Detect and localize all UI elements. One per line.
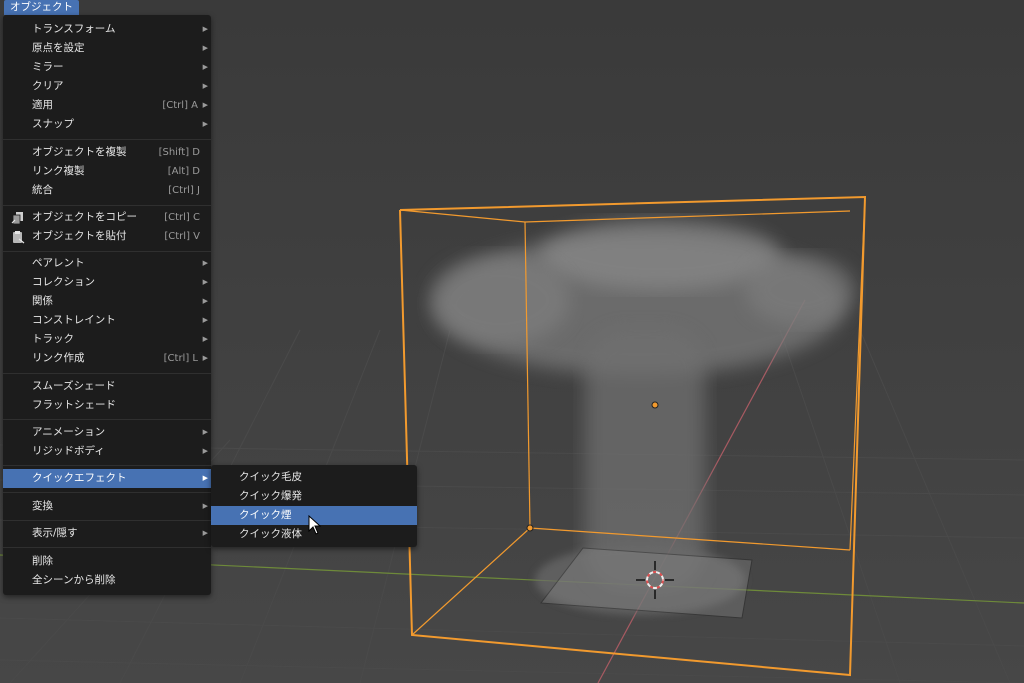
submenu-arrow-icon: ▶ <box>202 354 208 362</box>
menu-item-quick-explode[interactable]: クイック爆発 <box>211 487 417 506</box>
submenu-arrow-icon: ▶ <box>202 82 208 90</box>
menu-item-label: オブジェクトをコピー <box>32 211 137 223</box>
menu-item-quick-effects[interactable]: クイックエフェクト ▶ <box>3 469 211 488</box>
menu-item-link[interactable]: リンク作成 [Ctrl] L ▶ <box>3 349 211 368</box>
menu-item-delete-globally[interactable]: 全シーンから削除 <box>3 571 211 590</box>
menu-item-delete[interactable]: 削除 <box>3 552 211 571</box>
menu-item-label: クリア <box>32 80 64 92</box>
submenu-arrow-icon: ▶ <box>202 297 208 305</box>
submenu-arrow-icon: ▶ <box>202 259 208 267</box>
menu-item-shade-smooth[interactable]: スムーズシェード <box>3 377 211 396</box>
menu-item-label: コレクション <box>32 276 95 288</box>
shortcut-label: [Ctrl] V <box>164 231 200 242</box>
shortcut-label: [Shift] D <box>158 147 200 158</box>
menu-item-label: オブジェクトを複製 <box>32 146 127 158</box>
shortcut-label: [Alt] D <box>167 166 200 177</box>
menu-separator <box>3 373 211 374</box>
menu-item-duplicate[interactable]: オブジェクトを複製 [Shift] D <box>3 143 211 162</box>
object-origin-dot <box>651 401 659 409</box>
menu-item-label: スナップ <box>32 118 74 130</box>
menu-item-label: クイック毛皮 <box>239 471 302 483</box>
menu-item-apply[interactable]: 適用 [Ctrl] A ▶ <box>3 96 211 115</box>
menu-separator <box>3 492 211 493</box>
menu-item-paste-objects[interactable]: オブジェクトを貼付 [Ctrl] V <box>3 227 211 246</box>
submenu-arrow-icon: ▶ <box>202 278 208 286</box>
menu-item-constraint[interactable]: コンストレイント ▶ <box>3 311 211 330</box>
menu-item-label: 表示/隠す <box>32 527 78 539</box>
menu-item-label: スムーズシェード <box>32 380 116 392</box>
menu-item-label: アニメーション <box>32 426 106 438</box>
menu-item-relations[interactable]: 関係 ▶ <box>3 292 211 311</box>
submenu-arrow-icon: ▶ <box>202 502 208 510</box>
submenu-arrow-icon: ▶ <box>202 474 208 482</box>
menu-item-label: リンク複製 <box>32 165 85 177</box>
menu-item-label: クイック爆発 <box>239 490 302 502</box>
submenu-arrow-icon: ▶ <box>202 428 208 436</box>
menu-item-label: 関係 <box>32 295 53 307</box>
submenu-arrow-icon: ▶ <box>202 101 208 109</box>
menu-item-label: 削除 <box>32 555 53 567</box>
menu-item-label: 適用 <box>32 99 53 111</box>
menu-item-label: ペアレント <box>32 257 85 269</box>
menu-item-label: リジッドボディ <box>32 445 105 457</box>
submenu-arrow-icon: ▶ <box>202 120 208 128</box>
menu-item-label: 原点を設定 <box>32 42 85 54</box>
mouse-pointer-icon <box>308 515 322 535</box>
menu-item-label: 統合 <box>32 184 53 196</box>
menu-item-parent[interactable]: ペアレント ▶ <box>3 254 211 273</box>
paste-icon <box>13 231 25 244</box>
menu-item-track[interactable]: トラック ▶ <box>3 330 211 349</box>
copy-icon <box>11 212 23 225</box>
menu-item-set-origin[interactable]: 原点を設定 ▶ <box>3 39 211 58</box>
menu-item-label: クイックエフェクト <box>32 472 127 484</box>
menu-item-label: リンク作成 <box>32 352 85 364</box>
menu-item-mirror[interactable]: ミラー ▶ <box>3 58 211 77</box>
submenu-arrow-icon: ▶ <box>202 25 208 33</box>
menu-item-shade-flat[interactable]: フラットシェード <box>3 396 211 415</box>
origin-dot <box>526 524 534 532</box>
menu-item-label: クイック煙 <box>239 509 292 521</box>
menu-item-label: オブジェクトを貼付 <box>32 230 127 242</box>
menu-item-label: ミラー <box>32 61 64 73</box>
menu-item-label: フラットシェード <box>32 399 116 411</box>
shortcut-label: [Ctrl] C <box>164 212 200 223</box>
menu-item-label: トラック <box>32 333 74 345</box>
object-menu-dropdown: トランスフォーム ▶ 原点を設定 ▶ ミラー ▶ クリア ▶ 適用 [Ctrl] A ▶ ス… <box>3 15 211 595</box>
menu-separator <box>3 251 211 252</box>
submenu-arrow-icon: ▶ <box>202 335 208 343</box>
menu-item-animation[interactable]: アニメーション ▶ <box>3 423 211 442</box>
shortcut-label: [Ctrl] A <box>162 100 198 111</box>
menu-item-label: クイック液体 <box>239 528 302 540</box>
menu-item-collection[interactable]: コレクション ▶ <box>3 273 211 292</box>
shortcut-label: [Ctrl] L <box>163 353 198 364</box>
shortcut-label: [Ctrl] J <box>168 185 200 196</box>
menu-item-duplicate-linked[interactable]: リンク複製 [Alt] D <box>3 162 211 181</box>
menu-separator <box>3 520 211 521</box>
submenu-arrow-icon: ▶ <box>202 316 208 324</box>
menu-item-rigid-body[interactable]: リジッドボディ ▶ <box>3 442 211 461</box>
submenu-arrow-icon: ▶ <box>202 529 208 537</box>
menu-item-label: 全シーンから削除 <box>32 574 116 586</box>
menu-item-join[interactable]: 統合 [Ctrl] J <box>3 181 211 200</box>
menu-item-show-hide[interactable]: 表示/隠す ▶ <box>3 524 211 543</box>
menu-item-label: トランスフォーム <box>32 23 116 35</box>
menu-separator <box>3 547 211 548</box>
menu-item-copy-objects[interactable]: オブジェクトをコピー [Ctrl] C <box>3 208 211 227</box>
menu-item-snap[interactable]: スナップ ▶ <box>3 115 211 134</box>
menu-item-transform[interactable]: トランスフォーム ▶ <box>3 20 211 39</box>
submenu-arrow-icon: ▶ <box>202 447 208 455</box>
object-menu-button[interactable]: オブジェクト <box>4 0 79 15</box>
menu-item-clear[interactable]: クリア ▶ <box>3 77 211 96</box>
menu-item-label: 変換 <box>32 500 53 512</box>
menu-separator <box>3 419 211 420</box>
submenu-arrow-icon: ▶ <box>202 44 208 52</box>
menu-item-label: コンストレイント <box>32 314 116 326</box>
menu-separator <box>3 465 211 466</box>
menu-item-quick-fur[interactable]: クイック毛皮 <box>211 468 417 487</box>
submenu-arrow-icon: ▶ <box>202 63 208 71</box>
menu-separator <box>3 139 211 140</box>
menu-item-convert[interactable]: 変換 ▶ <box>3 497 211 516</box>
menu-separator <box>3 205 211 206</box>
